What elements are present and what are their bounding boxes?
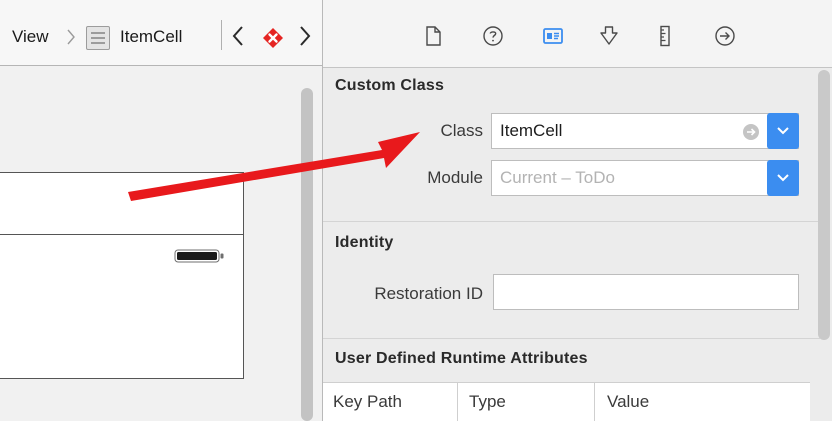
- file-inspector-icon[interactable]: [421, 24, 445, 48]
- class-value[interactable]: ItemCell: [500, 121, 562, 141]
- class-label: Class: [440, 121, 483, 140]
- battery-icon: [174, 249, 224, 263]
- module-placeholder[interactable]: Current – ToDo: [500, 168, 615, 188]
- inspector-toolbar: [323, 0, 832, 68]
- column-separator: [594, 382, 595, 421]
- cell-preview: [0, 172, 243, 378]
- identity-inspector: Custom Class Class ItemCell Module Curre…: [322, 0, 832, 421]
- canvas-scrollbar[interactable]: [301, 88, 313, 421]
- chevron-right-icon: [67, 29, 75, 45]
- connections-inspector-icon[interactable]: [713, 24, 737, 48]
- restoration-id-field[interactable]: [493, 274, 799, 310]
- scene-top-edge: [0, 172, 244, 173]
- scene-right-edge: [243, 172, 244, 378]
- section-divider: [323, 338, 820, 339]
- go-to-class-icon[interactable]: [742, 123, 760, 141]
- size-inspector-icon[interactable]: [653, 24, 677, 48]
- section-divider: [323, 221, 820, 222]
- quick-help-icon[interactable]: [481, 24, 505, 48]
- breadcrumb-view[interactable]: View: [12, 26, 49, 48]
- module-combo-box[interactable]: Current – ToDo: [491, 160, 799, 196]
- issue-error-icon[interactable]: [262, 27, 284, 49]
- column-separator: [457, 382, 458, 421]
- scene-bottom-edge: [0, 378, 244, 379]
- inspector-scrollbar[interactable]: [818, 70, 830, 340]
- chevron-left-icon[interactable]: [229, 22, 247, 50]
- column-type[interactable]: Type: [469, 392, 506, 412]
- chevron-down-icon: [777, 174, 789, 182]
- identity-title: Identity: [335, 234, 394, 251]
- column-value[interactable]: Value: [607, 392, 649, 412]
- identity-inspector-icon[interactable]: [541, 24, 565, 48]
- restoration-id-label: Restoration ID: [374, 284, 483, 303]
- class-combo-box[interactable]: ItemCell: [491, 113, 799, 149]
- chevron-down-icon: [777, 127, 789, 135]
- interface-builder-canvas: View ItemCell: [0, 0, 322, 421]
- attributes-inspector-icon[interactable]: [597, 24, 621, 48]
- module-label: Module: [427, 168, 483, 187]
- module-dropdown-button[interactable]: [767, 160, 799, 196]
- table-cell-icon: [86, 26, 110, 50]
- column-key-path[interactable]: Key Path: [333, 392, 402, 412]
- chevron-right-icon[interactable]: [296, 22, 314, 50]
- runtime-attributes-title: User Defined Runtime Attributes: [335, 350, 588, 367]
- class-dropdown-button[interactable]: [767, 113, 799, 149]
- jump-bar-divider: [221, 20, 222, 50]
- custom-class-title: Custom Class: [335, 77, 445, 94]
- jump-bar: View ItemCell: [0, 0, 322, 66]
- scene-divider-line: [0, 234, 244, 235]
- breadcrumb-item-cell[interactable]: ItemCell: [120, 26, 182, 48]
